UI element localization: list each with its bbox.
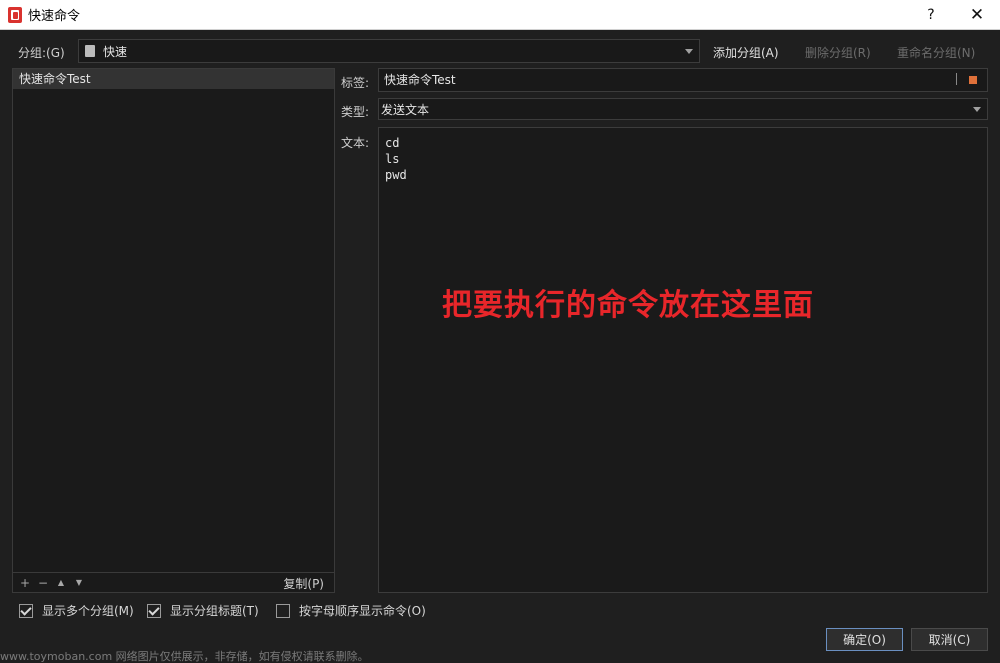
- copy-button[interactable]: 复制(P): [283, 575, 324, 592]
- add-group-button[interactable]: 添加分组(A): [713, 44, 779, 61]
- remove-icon[interactable]: −: [37, 576, 49, 590]
- move-down-icon[interactable]: ▼: [73, 578, 85, 587]
- group-folder-icon: [85, 45, 95, 57]
- type-select-value: 发送文本: [381, 101, 429, 118]
- annotation-text: 把要执行的命令放在这里面: [442, 280, 814, 324]
- ok-button[interactable]: 确定(O): [826, 628, 903, 651]
- command-text-area[interactable]: cd ls pwd: [378, 127, 988, 593]
- close-button[interactable]: ✕: [954, 0, 1000, 30]
- watermark-text: www.toymoban.com 网络图片仅供展示，非存储，如有侵权请联系删除。: [0, 648, 369, 663]
- help-button[interactable]: ?: [908, 0, 954, 30]
- add-icon[interactable]: +: [19, 576, 31, 590]
- cancel-button[interactable]: 取消(C): [911, 628, 988, 651]
- sort-alphabetically-label: 按字母顺序显示命令(O): [299, 602, 426, 619]
- window-title: 快速命令: [28, 5, 80, 24]
- show-multiple-groups-label: 显示多个分组(M): [42, 602, 134, 619]
- command-list-toolbar: + − ▲ ▼ 复制(P): [13, 572, 334, 592]
- checkbox-checked[interactable]: [19, 604, 33, 618]
- command-line: ls: [385, 151, 981, 167]
- tag-input-value: 快速命令Test: [384, 73, 456, 87]
- command-line: pwd: [385, 167, 981, 183]
- group-select[interactable]: 快速: [78, 39, 700, 63]
- command-list: 快速命令Test + − ▲ ▼ 复制(P): [12, 68, 335, 593]
- rename-group-button[interactable]: 重命名分组(N): [897, 44, 975, 61]
- move-up-icon[interactable]: ▲: [55, 578, 67, 587]
- separator: [956, 73, 957, 85]
- show-multiple-groups-option[interactable]: 显示多个分组(M): [19, 602, 134, 619]
- tag-input[interactable]: 快速命令Test: [378, 68, 988, 92]
- tag-label: 标签:: [341, 74, 369, 91]
- show-group-titles-label: 显示分组标题(T): [170, 602, 259, 619]
- checkbox-checked[interactable]: [147, 604, 161, 618]
- show-group-titles-option[interactable]: 显示分组标题(T): [147, 602, 259, 619]
- chevron-down-icon: [685, 49, 693, 54]
- command-line: cd: [385, 135, 981, 151]
- checkbox-unchecked[interactable]: [276, 604, 290, 618]
- list-item[interactable]: 快速命令Test: [13, 69, 334, 89]
- chevron-down-icon: [973, 107, 981, 112]
- type-label: 类型:: [341, 103, 369, 120]
- sort-alphabetically-option[interactable]: 按字母顺序显示命令(O): [276, 602, 426, 619]
- type-select[interactable]: 发送文本: [378, 98, 988, 120]
- group-label: 分组:(G): [18, 44, 65, 61]
- delete-group-button[interactable]: 删除分组(R): [805, 44, 871, 61]
- title-bar: 快速命令 ? ✕: [0, 0, 1000, 30]
- tag-color-swatch[interactable]: [969, 76, 977, 84]
- text-label: 文本:: [341, 134, 369, 151]
- app-icon: [8, 7, 22, 23]
- group-select-value: 快速: [103, 43, 127, 60]
